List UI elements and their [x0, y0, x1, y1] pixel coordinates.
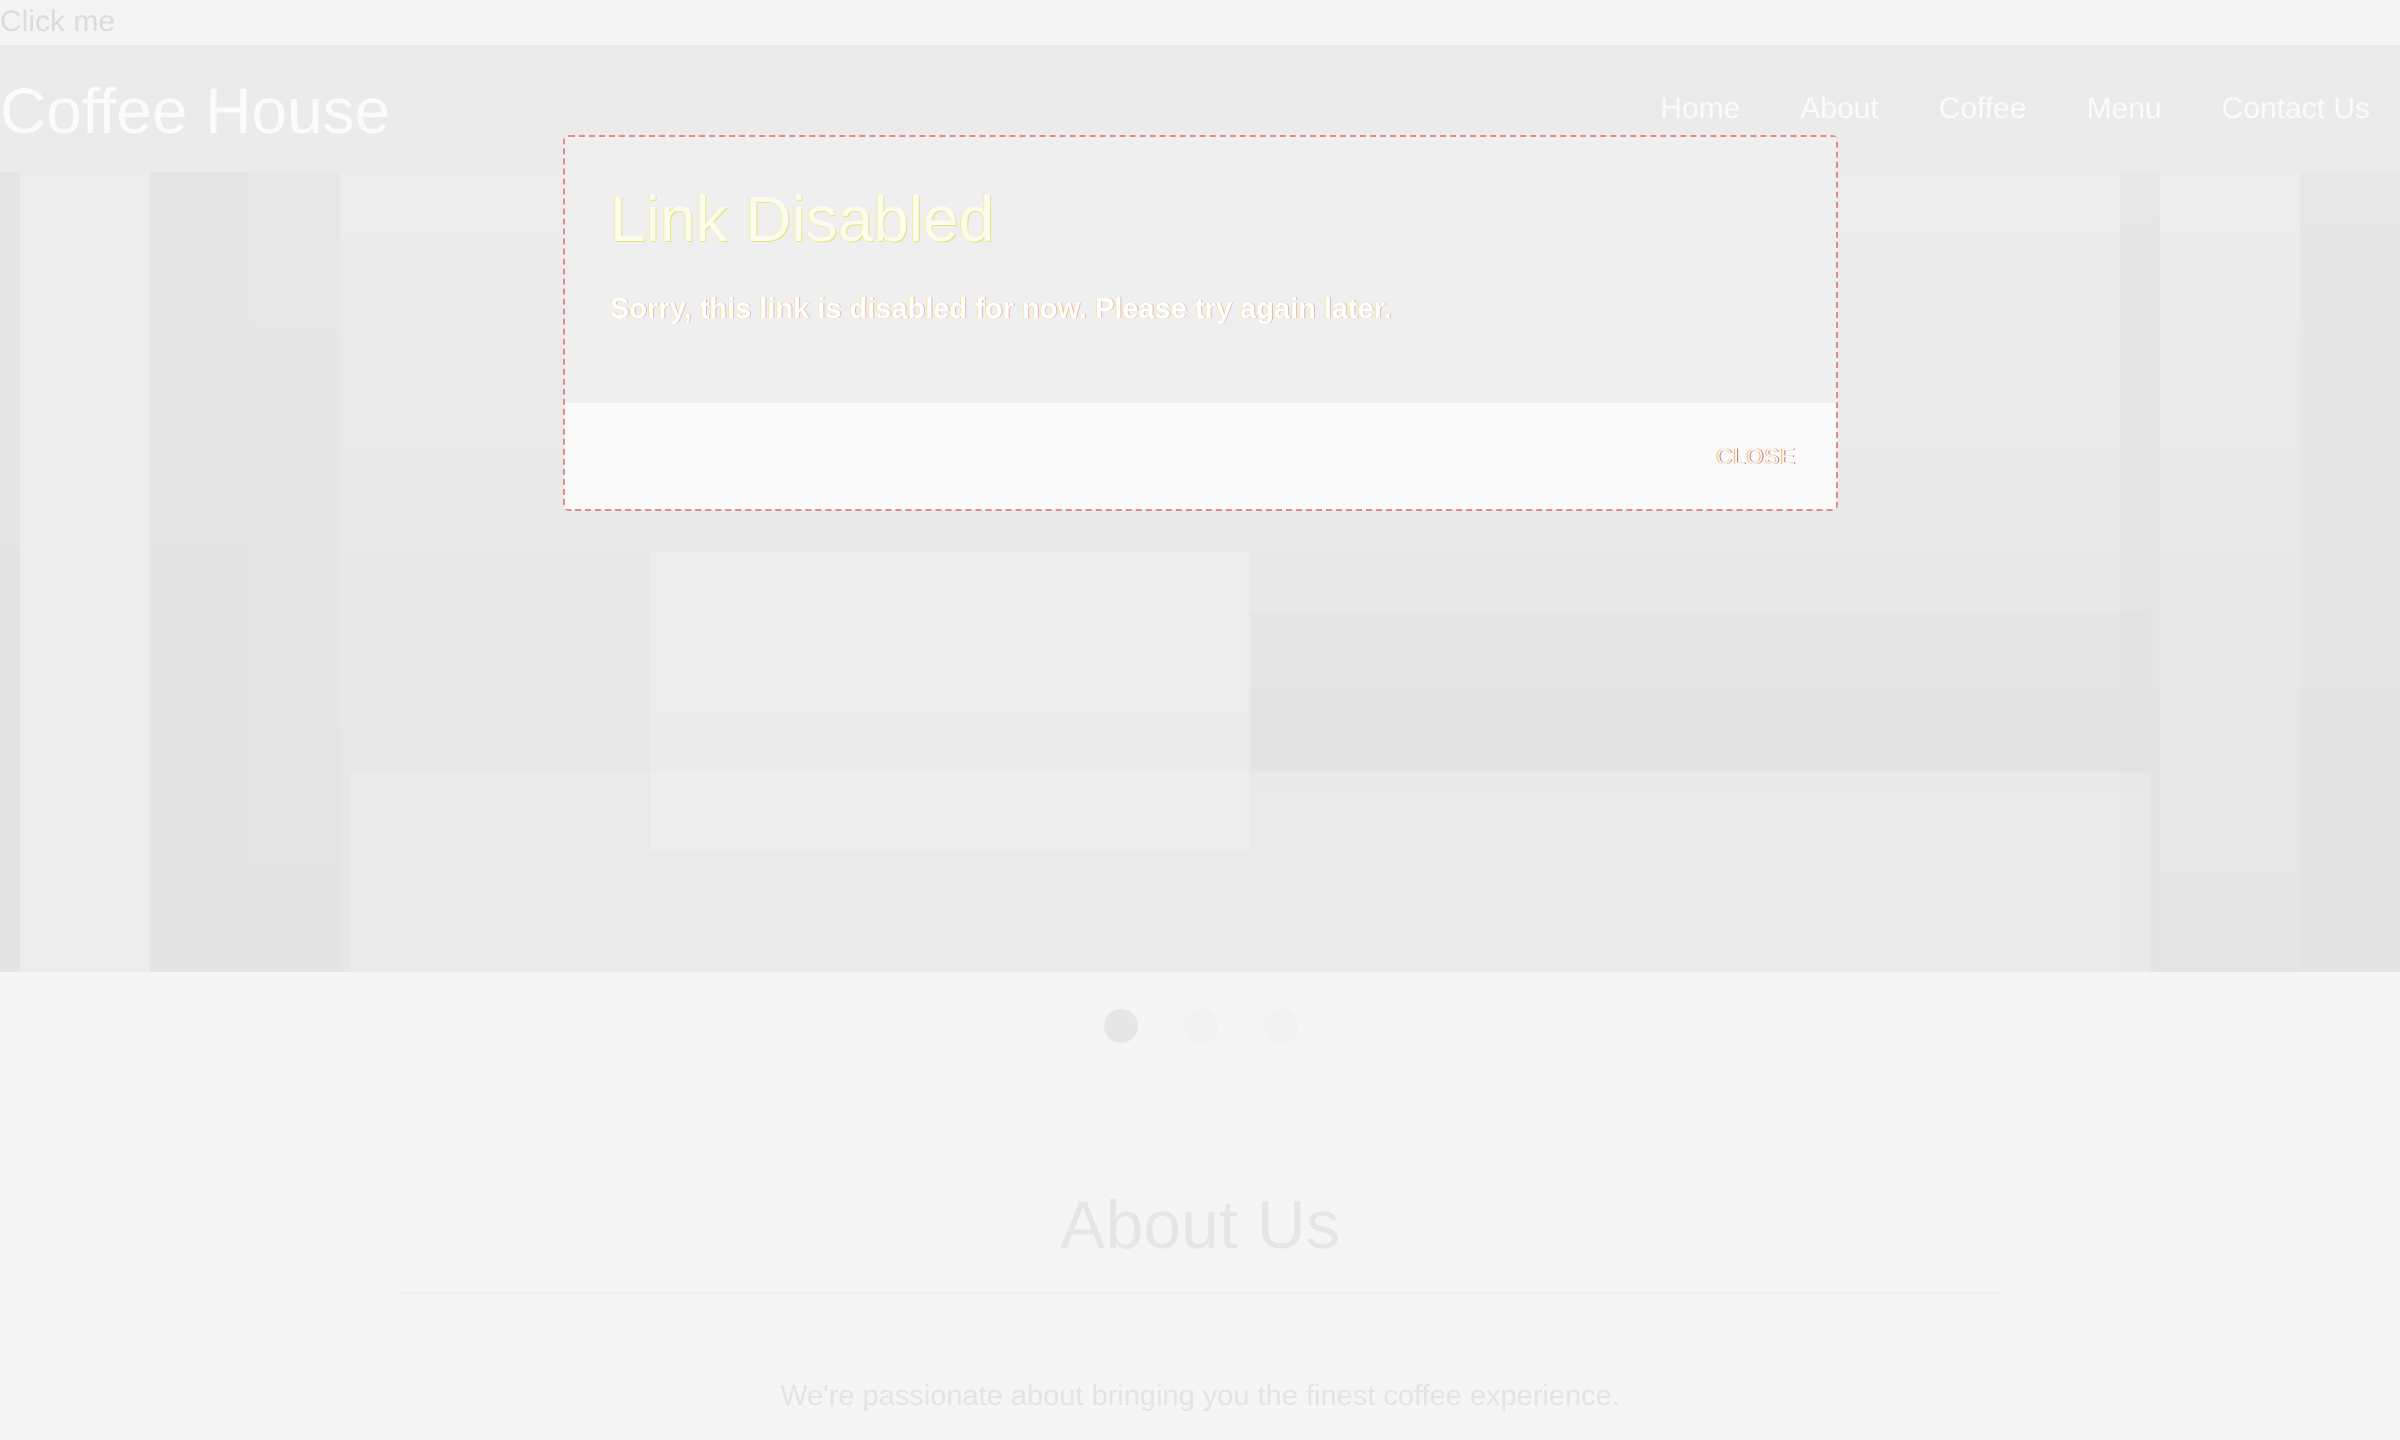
modal-body: Link Disabled Sorry, this link is disabl…	[565, 137, 1836, 403]
nav-item-menu[interactable]: Menu	[2087, 89, 2162, 129]
carousel-dot[interactable]	[1184, 1009, 1218, 1043]
about-divider	[398, 1292, 2002, 1294]
carousel-indicators	[1104, 1009, 1298, 1043]
carousel-dot[interactable]	[1104, 1009, 1138, 1043]
nav-item-contact-us[interactable]: Contact Us	[2222, 89, 2370, 129]
modal-title: Link Disabled	[610, 183, 995, 255]
carousel-dot[interactable]	[1264, 1009, 1298, 1043]
nav-item-about[interactable]: About	[1800, 89, 1878, 129]
about-text: We're passionate about bringing you the …	[780, 1380, 1620, 1412]
modal-message: Sorry, this link is disabled for now. Pl…	[610, 293, 1392, 325]
about-heading: About Us	[1060, 1187, 1340, 1263]
click-me-link[interactable]: Click me	[0, 4, 115, 40]
modal-footer: CLOSE	[565, 403, 1836, 509]
close-button[interactable]: CLOSE	[1716, 443, 1796, 471]
nav-menu: Home About Coffee Menu Contact Us	[1660, 89, 2370, 129]
brand-logo[interactable]: Coffee House	[0, 75, 390, 147]
link-disabled-modal: Link Disabled Sorry, this link is disabl…	[563, 135, 1838, 511]
top-strip: Click me	[0, 0, 2400, 45]
nav-item-coffee[interactable]: Coffee	[1939, 89, 2027, 129]
nav-item-home[interactable]: Home	[1660, 89, 1740, 129]
